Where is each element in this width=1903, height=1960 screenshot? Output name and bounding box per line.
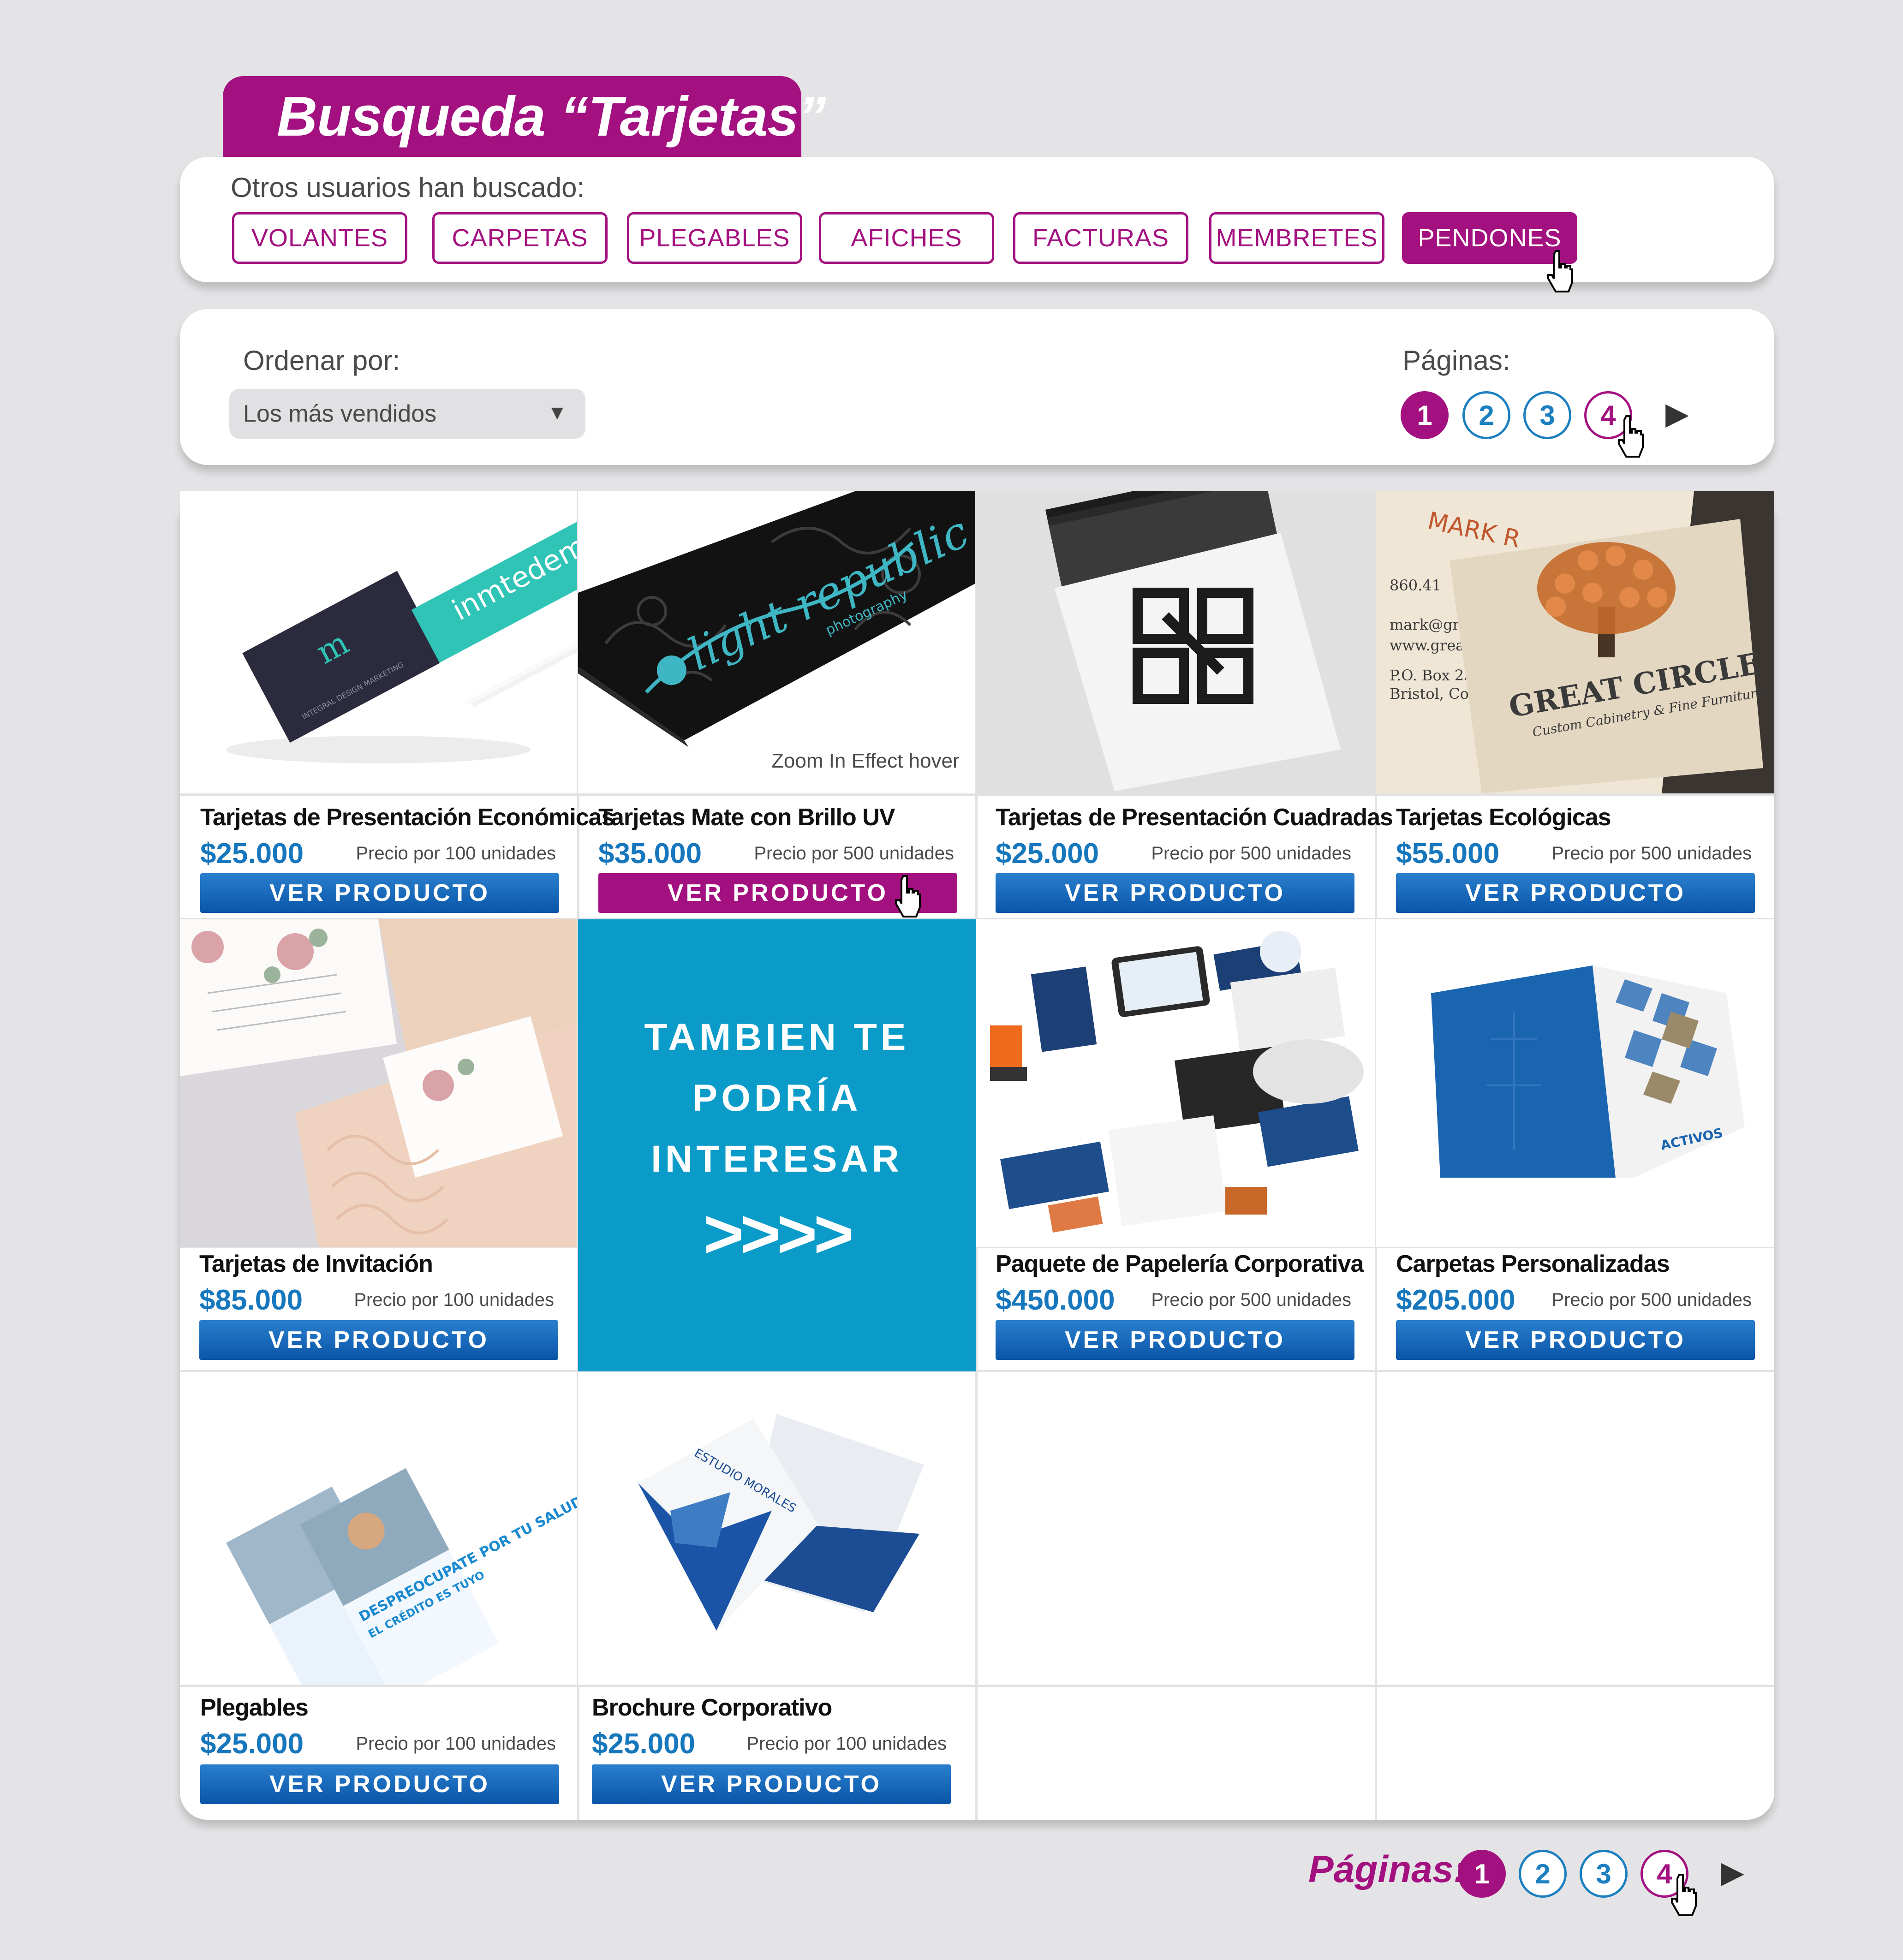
tag-carpetas[interactable]: CARPETAS	[432, 212, 608, 264]
tag-facturas[interactable]: FACTURAS	[1013, 212, 1188, 264]
product-title[interactable]: Tarjetas de Presentación Económicas	[200, 804, 615, 831]
promo-line-3: INTERESAR	[651, 1138, 903, 1180]
product-unit-note: Precio por 500 unidades	[1151, 1290, 1351, 1310]
product-title[interactable]: Plegables	[200, 1694, 309, 1722]
tag-volantes[interactable]: VOLANTES	[232, 212, 407, 264]
view-product-button[interactable]: VER PRODUCTO	[592, 1764, 951, 1804]
card-contact-text: www.great	[1390, 637, 1470, 654]
product-image-brochure: ESTUDIO MORALES	[578, 1372, 975, 1685]
product-unit-note: Precio por 500 unidades	[754, 843, 954, 864]
grid-divider	[180, 1685, 1774, 1687]
hand-cursor-icon	[1671, 1874, 1697, 1916]
product-image-invitations	[180, 919, 577, 1247]
product-price: $35.000	[598, 838, 702, 870]
view-product-button[interactable]: VER PRODUCTO	[996, 873, 1354, 913]
view-product-button[interactable]: VER PRODUCTO	[996, 1320, 1354, 1360]
product-price: $25.000	[996, 838, 1099, 870]
pages-label: Páginas:	[1402, 345, 1510, 376]
grid-divider	[180, 793, 1774, 796]
tag-plegables[interactable]: PLEGABLES	[627, 212, 802, 264]
card-contact-text: 860.41	[1390, 577, 1441, 594]
view-product-button[interactable]: VER PRODUCTO	[1396, 873, 1755, 913]
product-image-stationery	[976, 919, 1375, 1247]
product-price: $25.000	[592, 1728, 696, 1760]
promo-line-1: TAMBIEN TE	[644, 1016, 910, 1058]
product-title[interactable]: Brochure Corporativo	[592, 1694, 832, 1722]
product-price: $25.000	[200, 1728, 304, 1760]
product-price: $85.000	[199, 1284, 303, 1316]
product-unit-note: Precio por 100 unidades	[354, 1290, 554, 1310]
product-image-square-cards	[976, 491, 1375, 793]
next-page-icon[interactable]: ▶	[1665, 396, 1689, 431]
product-price: $450.000	[996, 1284, 1115, 1316]
product-title[interactable]: Carpetas Personalizadas	[1396, 1250, 1670, 1278]
tag-afiches[interactable]: AFICHES	[819, 212, 994, 264]
product-price: $205.000	[1396, 1284, 1515, 1316]
page-title: Busqueda “Tarjetas”	[277, 85, 826, 148]
product-unit-note: Precio por 500 unidades	[1551, 843, 1752, 864]
promo-arrows-icon: >>>>	[703, 1195, 854, 1272]
product-unit-note: Precio por 100 unidades	[356, 1734, 556, 1754]
dropdown-arrow-icon: ▼	[547, 401, 567, 424]
product-unit-note: Precio por 500 unidades	[1151, 843, 1351, 864]
sort-panel	[180, 309, 1774, 465]
product-unit-note: Precio por 500 unidades	[1551, 1290, 1752, 1310]
bottom-page-3-button[interactable]: 3	[1580, 1850, 1628, 1898]
bottom-page-2-button[interactable]: 2	[1519, 1850, 1567, 1898]
card-contact-text: mark@gre	[1390, 616, 1468, 633]
product-title[interactable]: Tarjetas Mate con Brillo UV	[598, 804, 895, 831]
product-image-eco-cards: MARK R 860.41 mark@gre www.great P.O. Bo…	[1376, 491, 1774, 793]
product-title[interactable]: Tarjetas de Invitación	[199, 1250, 433, 1278]
product-image-business-cards: m INTEGRAL DESIGN MARKETING inmtedem	[180, 491, 577, 793]
promo-text: TAMBIEN TE PODRÍA INTERESAR	[578, 1007, 976, 1190]
product-image-uv-card: light republic photography	[578, 491, 975, 793]
related-searches-label: Otros usuarios han buscado:	[231, 172, 585, 203]
view-product-button[interactable]: VER PRODUCTO	[1396, 1320, 1755, 1360]
bottom-page-1-button[interactable]: 1	[1458, 1850, 1506, 1898]
page-3-button[interactable]: 3	[1523, 391, 1571, 439]
product-image-folder: ACTIVOS	[1376, 919, 1774, 1247]
product-title[interactable]: Tarjetas de Presentación Cuadradas	[996, 804, 1393, 831]
zoom-hover-note: Zoom In Effect hover	[771, 750, 960, 772]
hand-cursor-icon	[1618, 415, 1644, 458]
page-1-button[interactable]: 1	[1401, 391, 1449, 439]
promo-line-2: PODRÍA	[692, 1077, 862, 1119]
product-price: $55.000	[1396, 838, 1500, 870]
sort-label: Ordenar por:	[243, 345, 400, 376]
tag-membretes[interactable]: MEMBRETES	[1209, 212, 1384, 264]
sort-select[interactable]: Los más vendidos	[229, 389, 585, 439]
product-unit-note: Precio por 100 unidades	[356, 843, 556, 864]
bottom-next-page-icon[interactable]: ▶	[1721, 1854, 1744, 1890]
hand-cursor-icon	[1547, 250, 1573, 292]
promo-tile[interactable]: TAMBIEN TE PODRÍA INTERESAR >>>>	[578, 919, 976, 1371]
product-price: $25.000	[200, 838, 304, 870]
view-product-button[interactable]: VER PRODUCTO	[200, 873, 559, 913]
product-title[interactable]: Tarjetas Ecológicas	[1396, 804, 1611, 831]
product-unit-note: Precio por 100 unidades	[746, 1734, 947, 1754]
hand-cursor-icon	[895, 875, 921, 917]
view-product-button[interactable]: VER PRODUCTO	[200, 1764, 559, 1804]
product-image-flyers: DESPREOCUPATE POR TU SALUD EL CRÉDITO ES…	[180, 1372, 577, 1685]
product-title[interactable]: Paquete de Papelería Corporativa	[996, 1250, 1364, 1278]
bottom-pages-label: Páginas:	[1308, 1848, 1466, 1890]
page-2-button[interactable]: 2	[1462, 391, 1510, 439]
view-product-button[interactable]: VER PRODUCTO	[199, 1320, 558, 1360]
